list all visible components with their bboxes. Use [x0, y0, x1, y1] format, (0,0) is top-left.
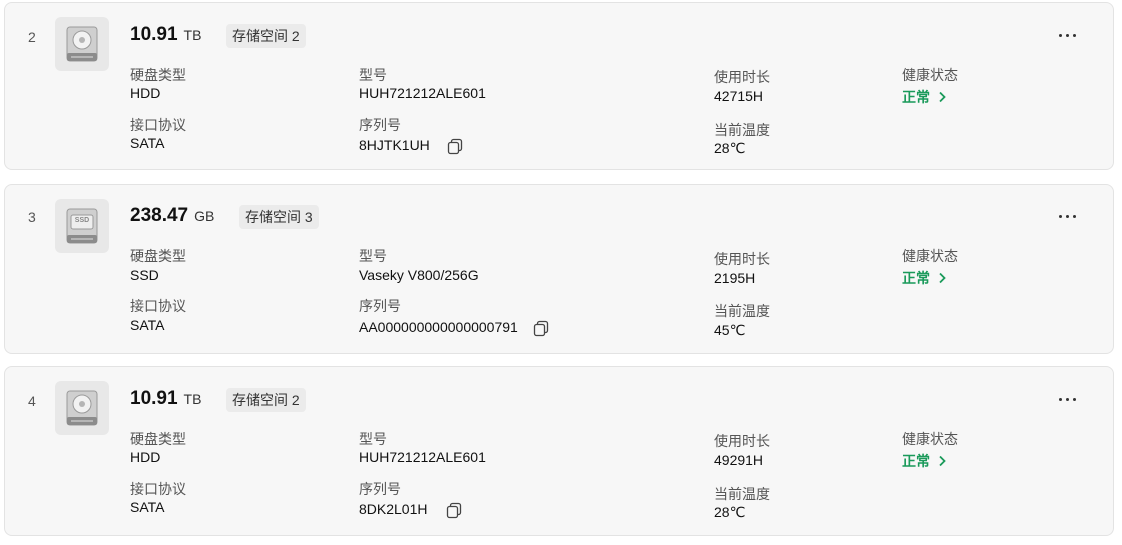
copy-icon[interactable]	[532, 319, 550, 337]
hdd-icon	[55, 17, 109, 71]
interface-value: SATA	[130, 135, 165, 151]
disk-index: 3	[28, 209, 36, 225]
interface-value: SATA	[130, 317, 165, 333]
temperature-label: 当前温度	[714, 303, 770, 319]
interface-label: 接口协议	[130, 117, 186, 133]
serial-label: 序列号	[359, 117, 401, 133]
usage-hours-value: 42715H	[714, 88, 764, 104]
capacity: 238.47 GB	[130, 205, 214, 227]
disk-card: 2 10.91 TB 存储空间 2 硬盘类型 HDD 接口协议 SATA 型号 …	[4, 2, 1114, 170]
copy-icon[interactable]	[445, 501, 463, 519]
health-label: 健康状态	[902, 431, 958, 447]
copy-icon[interactable]	[446, 137, 464, 155]
usage-hours-label: 使用时长	[714, 433, 770, 449]
temperature-label: 当前温度	[714, 486, 770, 502]
capacity-value: 10.91	[130, 388, 178, 409]
disk-type-value: HDD	[130, 85, 161, 101]
disk-type-label: 硬盘类型	[130, 431, 186, 447]
model-label: 型号	[359, 248, 387, 264]
serial-label: 序列号	[359, 298, 401, 314]
health-status-value: 正常	[902, 453, 930, 469]
more-options-icon[interactable]	[1059, 391, 1079, 407]
storage-pool-badge: 存储空间 2	[226, 388, 306, 412]
model-label: 型号	[359, 67, 387, 83]
interface-label: 接口协议	[130, 298, 186, 314]
model-label: 型号	[359, 431, 387, 447]
disk-type-value: HDD	[130, 449, 161, 465]
health-status-link[interactable]: 正常	[902, 451, 946, 471]
storage-pool-badge: 存储空间 2	[226, 24, 306, 48]
ssd-icon: SSD	[55, 199, 109, 253]
serial-value: 8DK2L01H	[359, 501, 428, 517]
more-options-icon[interactable]	[1059, 208, 1079, 224]
health-label: 健康状态	[902, 248, 958, 264]
disk-type-value: SSD	[130, 267, 159, 283]
model-value: HUH721212ALE601	[359, 449, 486, 465]
capacity-value: 10.91	[130, 24, 178, 45]
temperature-value: 45℃	[714, 322, 746, 338]
ssd-badge: SSD	[74, 217, 90, 224]
temperature-value: 28℃	[714, 504, 746, 520]
temperature-value: 28℃	[714, 140, 746, 156]
serial-label: 序列号	[359, 481, 401, 497]
interface-label: 接口协议	[130, 481, 186, 497]
usage-hours-label: 使用时长	[714, 251, 770, 267]
disk-index: 4	[28, 393, 36, 409]
hdd-icon	[55, 381, 109, 435]
more-options-icon[interactable]	[1059, 27, 1079, 43]
health-status-link[interactable]: 正常	[902, 268, 946, 288]
disk-card: 3 SSD 238.47 GB 存储空间 3 硬盘类型 SSD 接口协议 SAT…	[4, 184, 1114, 354]
model-value: Vaseky V800/256G	[359, 267, 479, 283]
chevron-right-icon	[939, 91, 946, 103]
health-status-value: 正常	[902, 270, 930, 286]
interface-value: SATA	[130, 499, 165, 515]
chevron-right-icon	[939, 455, 946, 467]
disk-type-label: 硬盘类型	[130, 248, 186, 264]
capacity-unit: TB	[183, 27, 202, 43]
disk-type-label: 硬盘类型	[130, 67, 186, 83]
capacity-unit: TB	[183, 391, 202, 407]
serial-value: AA000000000000000791	[359, 319, 518, 335]
disk-index: 2	[28, 29, 36, 45]
chevron-right-icon	[939, 272, 946, 284]
health-status-value: 正常	[902, 89, 930, 105]
storage-pool-badge: 存储空间 3	[239, 205, 319, 229]
capacity-value: 238.47	[130, 205, 189, 226]
health-status-link[interactable]: 正常	[902, 87, 946, 107]
capacity-unit: GB	[194, 208, 215, 224]
usage-hours-value: 2195H	[714, 270, 756, 286]
usage-hours-label: 使用时长	[714, 69, 770, 85]
usage-hours-value: 49291H	[714, 452, 764, 468]
serial-value: 8HJTK1UH	[359, 137, 430, 153]
health-label: 健康状态	[902, 67, 958, 83]
capacity: 10.91 TB	[130, 388, 201, 410]
temperature-label: 当前温度	[714, 122, 770, 138]
capacity: 10.91 TB	[130, 24, 201, 46]
disk-card: 4 10.91 TB 存储空间 2 硬盘类型 HDD 接口协议 SATA 型号 …	[4, 366, 1114, 536]
model-value: HUH721212ALE601	[359, 85, 486, 101]
